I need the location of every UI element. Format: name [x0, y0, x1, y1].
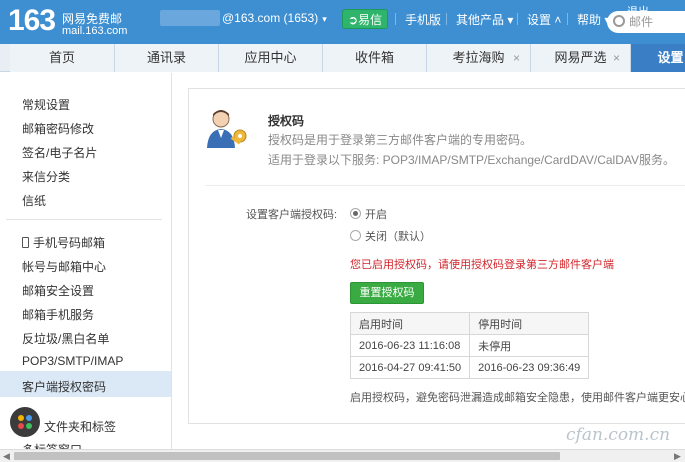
tab-yanxuan[interactable]: 网易严选 ×	[531, 44, 631, 72]
search-icon	[613, 15, 625, 27]
logo-domain: mail.163.com	[62, 25, 128, 37]
username-redacted	[160, 10, 220, 26]
yixin-icon: ➲	[347, 13, 359, 27]
auth-description: 授权码是用于登录第三方邮件客户端的专用密码。	[268, 133, 533, 147]
table-row: 2016-06-23 11:16:08 未停用	[349, 334, 590, 357]
chevron-down-icon: ▾	[322, 14, 327, 24]
sidebar-item-signature[interactable]: 签名/电子名片	[22, 144, 97, 161]
sidebar-item-phone-mailbox[interactable]: 手机号码邮箱	[22, 234, 105, 251]
divider	[567, 13, 568, 25]
tab-kaola[interactable]: 考拉海购 ×	[427, 44, 531, 72]
auth-footer-note: 启用授权码，避免密码泄漏造成邮箱安全隐患，使用邮件客户端更安心。了	[350, 389, 685, 405]
yixin-button[interactable]: ➲易信	[342, 9, 388, 29]
tab-label: 通讯录	[146, 50, 186, 65]
scroll-left-icon[interactable]: ◀	[3, 451, 10, 462]
tab-label: 应用中心	[244, 50, 297, 65]
dot-icon	[26, 423, 32, 429]
tab-label: 设置	[657, 50, 684, 65]
sidebar-item-pop3[interactable]: POP3/SMTP/IMAP	[22, 354, 123, 368]
watermark: cfan.com.cn	[566, 425, 671, 445]
divider	[446, 13, 447, 25]
sidebar-item-label: 手机号码邮箱	[33, 236, 106, 250]
divider	[395, 13, 396, 25]
footer-text: 启用授权码，避免密码泄漏造成邮箱安全隐患，使用邮件客户端更安心。	[350, 392, 685, 404]
settings-label: 设置	[527, 13, 552, 27]
auth-history-table: 启用时间 停用时间 2016-06-23 11:16:08 未停用 2016-0…	[349, 312, 590, 379]
chevron-down-icon: ▾	[504, 13, 514, 27]
sidebar-item-folders-labels[interactable]: 文件夹和标签	[44, 418, 116, 435]
main-tabs: 首页 通讯录 应用中心 收件箱 考拉海购 × 网易严选 × 设置	[0, 44, 685, 72]
table-cell: 未停用	[469, 334, 590, 357]
sidebar-item-security[interactable]: 邮箱安全设置	[22, 282, 94, 299]
phone-icon	[22, 237, 29, 248]
close-icon[interactable]: ×	[613, 44, 620, 72]
yixin-label: 易信	[358, 13, 383, 27]
sidebar-item-general[interactable]: 常规设置	[22, 96, 70, 113]
help-label: 帮助	[577, 13, 602, 27]
radio-disable[interactable]	[350, 230, 361, 241]
tab-label: 考拉海购	[452, 50, 505, 65]
auth-services: 适用于登录以下服务: POP3/IMAP/SMTP/Exchange/CardD…	[268, 153, 675, 167]
auth-enabled-warning: 您已启用授权码，请使用授权码登录第三方邮件客户端	[350, 259, 614, 271]
tab-label: 网易严选	[554, 50, 607, 65]
radio-enable-label[interactable]: 开启	[365, 206, 387, 222]
mobile-link[interactable]: 手机版	[405, 11, 441, 28]
app-launcher-button[interactable]	[10, 407, 40, 437]
settings-sidebar: 常规设置 邮箱密码修改 签名/电子名片 来信分类 信纸 手机号码邮箱 帐号与邮箱…	[0, 73, 172, 462]
sidebar-item-password[interactable]: 邮箱密码修改	[22, 120, 94, 137]
divider	[6, 219, 162, 220]
scroll-right-icon[interactable]: ▶	[674, 451, 681, 462]
table-cell: 2016-06-23 09:36:49	[469, 356, 590, 379]
horizontal-scrollbar[interactable]: ◀ ▶	[0, 449, 685, 462]
table-cell: 2016-06-23 11:16:08	[349, 334, 471, 357]
other-products-label: 其他产品	[456, 13, 505, 27]
mail-search-input[interactable]: 邮件	[607, 11, 685, 33]
chevron-up-icon: ˄	[551, 13, 562, 27]
sidebar-item-antispam[interactable]: 反垃圾/黑白名单	[22, 330, 109, 347]
close-icon[interactable]: ×	[513, 44, 520, 72]
tab-home[interactable]: 首页	[10, 44, 115, 72]
account-menu[interactable]: @163.com (1653) ▾	[222, 11, 327, 25]
sidebar-item-mail-filter[interactable]: 来信分类	[22, 168, 70, 185]
tab-inbox[interactable]: 收件箱	[323, 44, 427, 72]
sidebar-item-stationery[interactable]: 信纸	[22, 192, 46, 209]
table-cell: 2016-04-27 09:41:50	[349, 356, 471, 379]
scrollbar-thumb[interactable]	[14, 452, 560, 460]
other-products-menu[interactable]: 其他产品 ▾	[456, 11, 513, 28]
dot-icon	[26, 415, 32, 421]
account-label: @163.com (1653)	[222, 11, 319, 25]
radio-disable-label[interactable]: 关闭（默认）	[365, 228, 431, 244]
table-row: 2016-04-27 09:41:50 2016-06-23 09:36:49	[349, 356, 590, 379]
dot-icon	[18, 423, 24, 429]
help-menu[interactable]: 帮助 ▾	[577, 11, 610, 28]
logo-number: 163	[8, 4, 56, 37]
reset-auth-code-button[interactable]: 重置授权码	[350, 282, 424, 304]
auth-setting-label: 设置客户端授权码:	[246, 209, 338, 221]
divider	[205, 185, 685, 186]
tab-settings[interactable]: 设置	[631, 44, 685, 72]
tab-label: 首页	[48, 50, 75, 65]
sidebar-item-client-auth-code[interactable]: 客户端授权密码	[22, 378, 106, 395]
search-placeholder: 邮件	[629, 15, 654, 29]
user-key-icon	[207, 110, 247, 148]
table-header-row: 启用时间 停用时间	[349, 312, 590, 335]
tab-contacts[interactable]: 通讯录	[115, 44, 219, 72]
col-enabled-time: 启用时间	[349, 312, 471, 335]
mail-logo[interactable]: 163 网易免费邮 mail.163.com	[8, 4, 138, 40]
settings-menu[interactable]: 设置 ˄	[527, 11, 561, 28]
col-disabled-time: 停用时间	[469, 312, 590, 335]
sidebar-item-account-center[interactable]: 帐号与邮箱中心	[22, 258, 106, 275]
auth-title: 授权码	[268, 114, 305, 128]
dot-icon	[18, 415, 24, 421]
top-header: 163 网易免费邮 mail.163.com @163.com (1653) ▾ …	[0, 0, 685, 44]
tab-label: 收件箱	[354, 50, 394, 65]
sidebar-item-mobile-service[interactable]: 邮箱手机服务	[22, 306, 94, 323]
radio-enable[interactable]	[350, 208, 361, 219]
divider	[517, 13, 518, 25]
tab-app-center[interactable]: 应用中心	[219, 44, 323, 72]
